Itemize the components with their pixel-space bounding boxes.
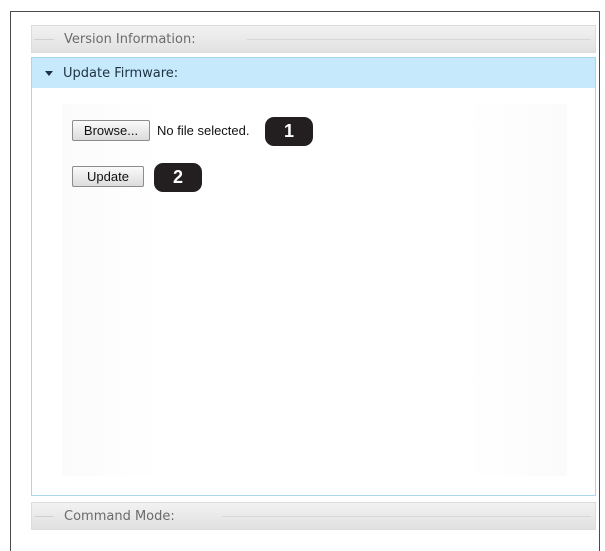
section-version-information[interactable]: Version Information: (31, 25, 596, 53)
section-label: Version Information: (64, 31, 196, 47)
file-status-text: No file selected. (157, 123, 250, 138)
section-label: Command Mode: (64, 508, 175, 524)
header-divider (34, 39, 54, 40)
triangle-down-icon (45, 70, 53, 76)
panel-content-area (62, 104, 567, 476)
update-firmware-panel: Browse... No file selected. 1 Update 2 (31, 88, 596, 496)
callout-badge-1: 1 (265, 117, 313, 146)
update-button[interactable]: Update (72, 166, 144, 187)
browse-button[interactable]: Browse... (72, 120, 150, 141)
header-divider (34, 516, 54, 517)
section-label: Update Firmware: (63, 65, 179, 81)
callout-badge-2: 2 (154, 163, 202, 192)
header-divider (247, 39, 591, 40)
header-divider (222, 516, 591, 517)
section-command-mode[interactable]: Command Mode: (31, 502, 596, 530)
section-update-firmware[interactable]: Update Firmware: (31, 57, 596, 89)
